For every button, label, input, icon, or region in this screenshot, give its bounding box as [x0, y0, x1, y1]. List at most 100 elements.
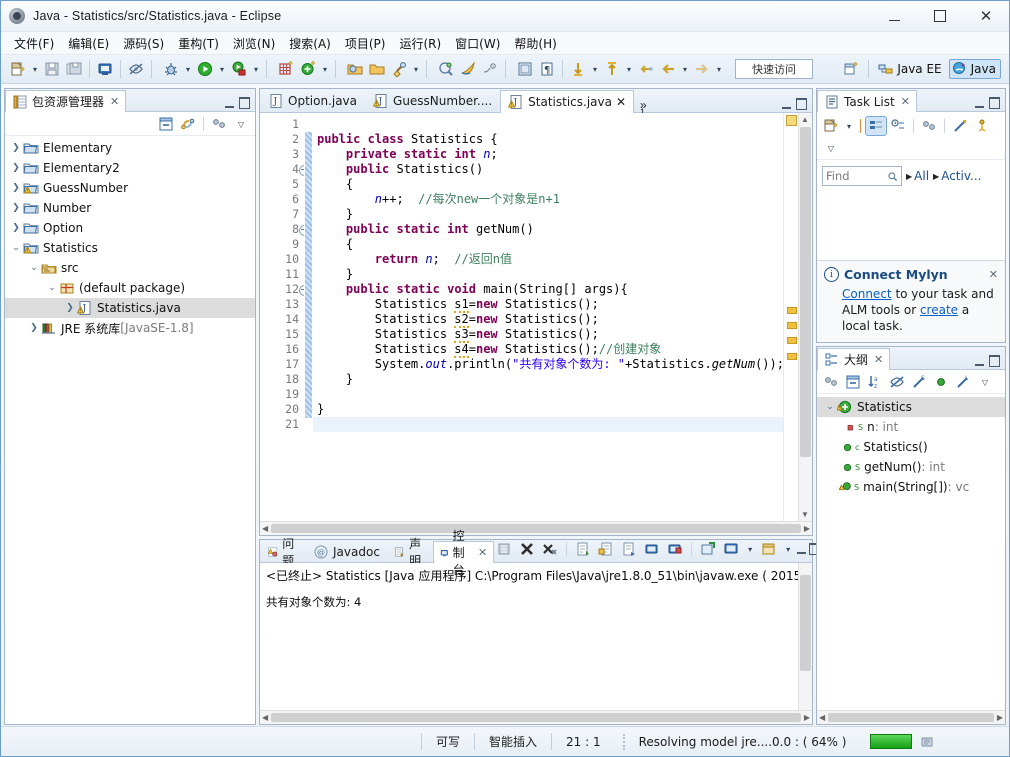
link-with-editor-icon[interactable]	[178, 115, 198, 133]
toggle-block-selection-icon[interactable]	[514, 58, 536, 80]
show-console-on-error-icon[interactable]	[665, 540, 685, 558]
scroll-lock-icon[interactable]	[596, 540, 616, 558]
new-console-dropdown-icon[interactable]: ▾	[744, 538, 756, 560]
tab-console[interactable]: 控制台 ✕	[432, 529, 495, 577]
tree-item-elementary2[interactable]: ❯ Elementary2	[5, 158, 255, 178]
tree-item-option[interactable]: ❯ Option	[5, 218, 255, 238]
toggle-whitespace-icon[interactable]: ¶	[536, 58, 558, 80]
scroll-left-arrow-icon[interactable]: ◀	[262, 524, 268, 533]
minimize-view-icon[interactable]	[975, 99, 984, 108]
scroll-left-arrow-icon[interactable]: ◀	[262, 713, 268, 722]
tree-item-guessnumber[interactable]: ❯ ! GuessNumber	[5, 178, 255, 198]
menu-edit[interactable]: 编辑(E)	[61, 33, 116, 54]
menu-file[interactable]: 文件(F)	[7, 33, 61, 54]
console-output-area[interactable]: <已终止> Statistics [Java 应用程序] C:\Program …	[260, 563, 798, 710]
console-hscroll-thumb[interactable]	[271, 713, 801, 722]
new-java-project-icon[interactable]	[275, 58, 297, 80]
hide-local-types-icon[interactable]: L	[953, 373, 973, 391]
chevron-down-icon[interactable]: ⌄	[27, 263, 41, 273]
editor-horizontal-scrollbar[interactable]: ◀ ▶	[260, 521, 812, 535]
forward-icon[interactable]	[691, 58, 713, 80]
minimize-editor-icon[interactable]	[782, 100, 791, 109]
new-wizard-icon[interactable]	[7, 58, 29, 80]
minimize-view-icon[interactable]	[975, 357, 984, 366]
close-button[interactable]: ✕	[963, 1, 1009, 31]
chevron-right-icon[interactable]: ❯	[63, 303, 77, 313]
maximize-view-icon[interactable]	[989, 355, 1000, 367]
run-icon[interactable]	[194, 58, 216, 80]
toggle-mark-occurrences-icon[interactable]	[125, 58, 147, 80]
chevron-down-icon[interactable]: ⌄	[823, 402, 837, 412]
editor-hscroll-thumb[interactable]	[271, 524, 801, 533]
open-type-icon[interactable]	[344, 58, 366, 80]
editor-scroll-thumb[interactable]	[800, 127, 811, 457]
console-menu-dropdown-icon[interactable]: ▾	[782, 538, 794, 560]
run-external-tools-icon[interactable]	[228, 58, 250, 80]
tab-package-explorer[interactable]: 包资源管理器 ✕	[5, 90, 127, 112]
menu-run[interactable]: 运行(R)	[392, 33, 448, 54]
perspective-java[interactable]: Java	[948, 59, 1001, 79]
menu-source[interactable]: 源码(S)	[116, 33, 171, 54]
status-progress-text[interactable]: Resolving model jre....0.0 : ( 64% )	[635, 733, 861, 751]
editor-annotation-gutter[interactable]	[260, 113, 277, 521]
editor-tab-close-icon[interactable]: ✕	[616, 95, 626, 109]
toggle-breadcrumb-icon[interactable]	[479, 58, 501, 80]
outline-horizontal-scrollbar[interactable]: ◀ ▶	[817, 710, 1005, 724]
run-dropdown-icon[interactable]: ▾	[216, 58, 228, 80]
menu-help[interactable]: 帮助(H)	[507, 33, 563, 54]
hide-public-members-icon[interactable]	[931, 373, 951, 391]
outline-item-statistics-class[interactable]: ⌄ ! Statistics	[817, 397, 1005, 417]
run-external-dropdown-icon[interactable]: ▾	[250, 58, 262, 80]
maximize-view-icon[interactable]	[989, 97, 1000, 109]
debug-icon[interactable]	[160, 58, 182, 80]
scroll-down-arrow-icon[interactable]: ▼	[801, 510, 809, 519]
minimize-view-icon[interactable]	[225, 99, 234, 108]
outline-item-constructor-statistics[interactable]: c Statistics()	[817, 437, 1005, 457]
outline-item-method-getnum[interactable]: S getNum() : int	[817, 457, 1005, 477]
console-close-icon[interactable]: ✕	[478, 546, 487, 559]
save-all-icon[interactable]	[63, 58, 85, 80]
chevron-right-icon[interactable]: ❯	[9, 223, 23, 233]
menu-project[interactable]: 项目(P)	[338, 33, 393, 54]
editor-tab-option-java[interactable]: J Option.java	[260, 89, 365, 112]
collapse-all-icon[interactable]	[843, 373, 863, 391]
editor-tab-guessnumber[interactable]: J! GuessNumber....	[365, 89, 500, 112]
tab-javadoc[interactable]: @ Javadoc	[306, 540, 387, 562]
menu-search[interactable]: 搜索(A)	[282, 33, 338, 54]
chevron-right-icon[interactable]: ❯	[27, 323, 41, 333]
open-console-menu-icon[interactable]	[759, 540, 779, 558]
mylyn-create-link[interactable]: create	[920, 303, 958, 317]
remove-all-terminated-icon[interactable]	[540, 540, 560, 558]
hide-static-fields-icon[interactable]: S	[909, 373, 929, 391]
scroll-right-arrow-icon[interactable]: ▶	[997, 713, 1003, 722]
chevron-right-icon[interactable]: ❯	[9, 183, 23, 193]
tree-item-statistics-java[interactable]: ❯ J! Statistics.java	[5, 298, 255, 318]
search-icon[interactable]	[388, 58, 410, 80]
overview-warning-marker[interactable]	[787, 337, 797, 344]
overview-warning-marker[interactable]	[787, 307, 797, 314]
status-progress-detail-icon[interactable]	[920, 734, 936, 750]
open-task-icon[interactable]	[366, 58, 388, 80]
chevron-right-icon[interactable]: ❯	[9, 143, 23, 153]
forward-dropdown-icon[interactable]: ▾	[713, 58, 725, 80]
java-perspective-icon[interactable]	[457, 58, 479, 80]
pin-console-icon[interactable]	[619, 540, 639, 558]
tab-declaration[interactable]: 声明	[387, 537, 433, 568]
scroll-right-arrow-icon[interactable]: ▶	[804, 524, 810, 533]
hide-fields-icon[interactable]	[887, 373, 907, 391]
task-view-menu-icon[interactable]: ▽	[821, 139, 841, 157]
new-class-icon[interactable]	[297, 58, 319, 80]
view-menu-icon[interactable]: ▽	[231, 115, 251, 133]
focus-on-workweek-icon[interactable]	[919, 117, 939, 135]
tree-item-default-package[interactable]: ⌄ (default package)	[5, 278, 255, 298]
minimize-button[interactable]	[871, 1, 917, 31]
editor-vertical-scrollbar[interactable]: ▲ ▼	[798, 113, 812, 521]
collapse-all-icon[interactable]	[156, 115, 176, 133]
outline-tree[interactable]: ⌄ ! Statistics S n : int c Statistics() …	[817, 394, 1005, 710]
connect-mylyn-close-icon[interactable]: ✕	[989, 268, 998, 281]
maximize-view-icon[interactable]	[239, 97, 250, 109]
editor-more-tabs-button[interactable]: » 1	[634, 96, 653, 117]
task-list-close-icon[interactable]: ✕	[901, 95, 910, 108]
new-task-icon[interactable]	[821, 117, 841, 135]
editor-overview-ruler[interactable]: ∧	[783, 113, 798, 521]
